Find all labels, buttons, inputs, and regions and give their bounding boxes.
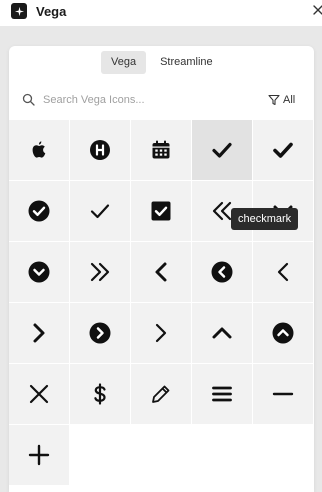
chevron-down-circle-cell[interactable] [9, 242, 70, 303]
chevron-right-thin-cell[interactable] [131, 303, 192, 364]
chevron-left-icon [155, 262, 167, 282]
filter-icon [268, 94, 280, 106]
chevron-left-circle-icon [211, 261, 233, 283]
chevron-up-circle-icon [272, 322, 294, 344]
close-icon [29, 384, 49, 404]
vega-logo-icon [14, 6, 24, 16]
checkmark-cell[interactable] [192, 120, 253, 181]
minus-icon [272, 392, 294, 396]
checkbox-checked-icon [151, 201, 171, 221]
chevron-left-cell[interactable] [131, 242, 192, 303]
pencil-icon [152, 385, 170, 403]
menu-icon [212, 386, 232, 402]
plus-icon [28, 444, 50, 466]
checkmark-bold-cell[interactable] [253, 120, 314, 181]
chevron-left-thin-icon [277, 262, 289, 282]
search-input[interactable] [43, 91, 243, 109]
checkmark-bold-icon [273, 142, 293, 158]
title-bar: Vega [0, 0, 322, 26]
checkmark-thin-icon [90, 204, 110, 219]
chevron-up-cell[interactable] [192, 303, 253, 364]
tab-streamline[interactable]: Streamline [150, 51, 223, 74]
checkmark-circle-icon [28, 200, 50, 222]
window-title: Vega [36, 4, 67, 19]
chevron-right-circle-icon [89, 322, 111, 344]
checkmark-icon [212, 142, 232, 158]
search-icon [22, 93, 35, 106]
close-cell[interactable] [9, 364, 70, 425]
icon-grid [9, 120, 314, 486]
chevron-right-thin-icon [155, 323, 167, 343]
chevron-left-circle-cell[interactable] [192, 242, 253, 303]
tab-bar: Vega Streamline [101, 51, 223, 74]
chevron-up-circle-cell[interactable] [253, 303, 314, 364]
filter-button[interactable]: All [268, 91, 295, 109]
plus-cell[interactable] [9, 425, 70, 486]
hotel-circle-cell[interactable] [70, 120, 131, 181]
checkmark-thin-cell[interactable] [70, 181, 131, 242]
filter-label: All [283, 94, 296, 106]
chevron-down-circle-icon [28, 261, 50, 283]
minus-cell[interactable] [253, 364, 314, 425]
chevrons-right-icon [90, 262, 110, 282]
icon-tooltip: checkmark [231, 208, 299, 230]
calendar-icon [152, 140, 170, 159]
close-window-icon[interactable] [311, 3, 322, 17]
hotel-circle-icon [90, 140, 110, 160]
chevron-up-icon [212, 327, 232, 339]
chevron-left-thin-cell[interactable] [253, 242, 314, 303]
icon-picker-panel: Vega Streamline All checkmark [9, 46, 314, 492]
apple-icon [32, 141, 46, 158]
chevron-right-icon [33, 323, 45, 343]
chevron-right-circle-cell[interactable] [70, 303, 131, 364]
chevron-right-cell[interactable] [9, 303, 70, 364]
checkmark-circle-cell[interactable] [9, 181, 70, 242]
calendar-cell[interactable] [131, 120, 192, 181]
apple-cell[interactable] [9, 120, 70, 181]
tab-vega[interactable]: Vega [101, 51, 147, 74]
search-row: All [9, 82, 314, 119]
menu-cell[interactable] [192, 364, 253, 425]
checkbox-checked-cell[interactable] [131, 181, 192, 242]
chevrons-right-cell[interactable] [70, 242, 131, 303]
dollar-icon [94, 383, 106, 405]
dollar-cell[interactable] [70, 364, 131, 425]
app-logo [11, 3, 27, 19]
pencil-cell[interactable] [131, 364, 192, 425]
